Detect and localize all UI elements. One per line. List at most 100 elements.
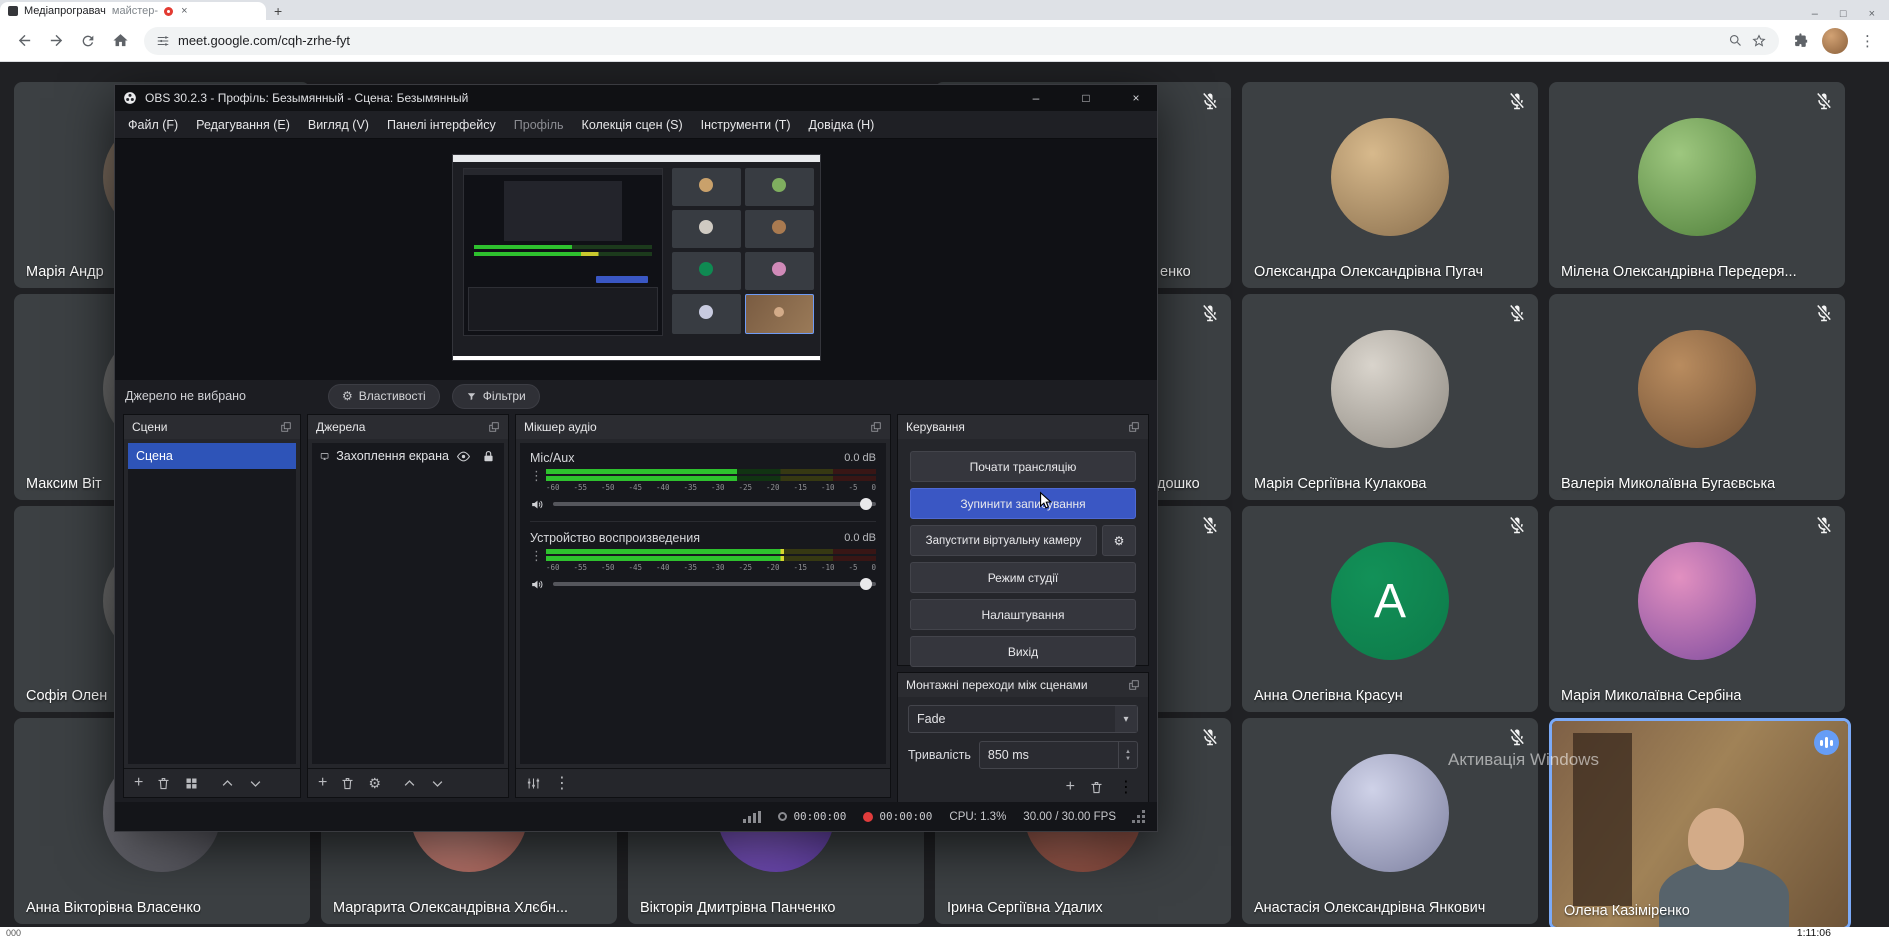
obs-menu-item[interactable]: Довідка (H) [800,115,884,135]
add-scene-button[interactable]: + [134,775,143,791]
lock-icon[interactable] [481,449,496,464]
popout-dock-icon[interactable] [1128,421,1140,433]
profile-avatar[interactable] [1822,28,1848,54]
obs-minimize-icon[interactable]: – [1015,85,1057,111]
volume-slider[interactable] [553,582,876,586]
back-button[interactable] [10,27,38,55]
visibility-eye-icon[interactable] [456,449,471,464]
resize-grip[interactable] [1133,811,1145,823]
popout-dock-icon[interactable] [1128,679,1140,691]
mixer-menu-icon[interactable]: ⋮ [554,773,570,793]
start-streaming-button[interactable]: Почати трансляцію [910,451,1136,482]
transition-select[interactable]: Fade ▾ [908,705,1138,733]
move-scene-down-icon[interactable] [248,776,263,791]
obs-menu-item[interactable]: Інструменти (Т) [692,115,800,135]
address-bar[interactable]: meet.google.com/cqh-zrhe-fyt [144,27,1779,55]
remove-source-trash-icon[interactable] [340,776,355,791]
scene-item[interactable]: Сцена [128,443,296,469]
remove-transition-trash-icon[interactable] [1089,780,1104,795]
participant-name: Анастасія Олександрівна Янкович [1254,900,1485,916]
popout-dock-icon[interactable] [280,421,292,433]
volume-slider-handle[interactable] [860,578,872,590]
remove-scene-trash-icon[interactable] [156,776,171,791]
participant-tile[interactable]: Олександра Олександрівна Пугач [1242,82,1538,288]
stream-time: 00:00:00 [793,810,846,823]
new-tab-button[interactable]: + [274,3,282,19]
transition-menu-icon[interactable]: ⋮ [1118,777,1134,797]
speaker-icon[interactable] [530,497,545,512]
mixer-settings-icon[interactable] [526,776,541,791]
scene-filters-grid-icon[interactable] [184,776,199,791]
obs-close-icon[interactable]: × [1115,85,1157,111]
popout-dock-icon[interactable] [488,421,500,433]
taskbar-left-text: 000 [0,928,21,938]
close-icon[interactable]: × [1869,8,1875,20]
meter-tick-label: -20 [766,483,780,492]
minimize-icon[interactable]: – [1812,8,1818,20]
source-item[interactable]: Захоплення екрана [312,443,504,469]
mixer-channel-desktop: Устройство воспроизведения0.0 dB ⋮ -60-5… [530,529,876,594]
channel-name: Mic/Aux [530,451,574,465]
tab-close-icon[interactable]: × [181,5,187,17]
volume-slider[interactable] [553,502,876,506]
filters-button[interactable]: Фільтри [452,384,540,409]
start-virtual-camera-button[interactable]: Запустити віртуальну камеру [910,525,1097,556]
browser-menu-icon[interactable]: ⋮ [1860,32,1875,50]
meter-tick-label: -5 [849,563,858,572]
settings-button[interactable]: Налаштування [910,599,1136,630]
virtual-camera-settings-button[interactable]: ⚙ [1102,525,1136,556]
obs-menu-item[interactable]: Профіль [505,115,573,135]
speaker-icon[interactable] [530,577,545,592]
meter-scale: -60-55-50-45-40-35-30-25-20-15-10-50 [546,483,876,492]
participant-tile[interactable]: Валерія Миколаївна Бугаєвська [1549,294,1845,500]
add-source-button[interactable]: + [318,775,327,791]
preview-canvas[interactable] [453,155,820,360]
maximize-icon[interactable]: □ [1840,8,1847,20]
home-button[interactable] [106,27,134,55]
add-transition-button[interactable]: + [1066,779,1075,795]
site-settings-icon[interactable] [156,34,170,48]
exit-button[interactable]: Вихід [910,636,1136,667]
obs-preview-area[interactable] [115,139,1157,380]
properties-button[interactable]: ⚙ Властивості [328,384,440,409]
reload-button[interactable] [74,27,102,55]
bookmark-star-icon[interactable] [1751,33,1767,49]
obs-menu-item[interactable]: Вигляд (V) [299,115,378,135]
spin-down-icon[interactable]: ▼ [1125,756,1131,762]
obs-titlebar[interactable]: OBS 30.2.3 - Профіль: Безымянный - Сцена… [115,85,1157,111]
channel-menu-icon[interactable]: ⋮ [530,549,540,572]
move-scene-up-icon[interactable] [220,776,235,791]
spin-up-icon[interactable]: ▲ [1125,749,1131,755]
stop-recording-button[interactable]: Зупинити записування [910,488,1136,519]
source-properties-gear-icon[interactable]: ⚙ [368,775,381,792]
participant-tile[interactable]: Марія Сергіївна Кулакова [1242,294,1538,500]
participant-tile[interactable]: Мілена Олександрівна Передеря... [1549,82,1845,288]
taskbar-strip[interactable]: 000 1:11:06 [0,927,1889,939]
obs-menu-item[interactable]: Файл (F) [119,115,187,135]
channel-name: Устройство воспроизведения [530,531,700,545]
forward-button[interactable] [42,27,70,55]
obs-menu-item[interactable]: Панелі інтерфейсу [378,115,505,135]
participant-tile[interactable]: Анастасія Олександрівна Янкович [1242,718,1538,924]
mixer-toolbar: ⋮ [516,768,890,797]
participant-tile[interactable]: ААнна Олегівна Красун [1242,506,1538,712]
volume-slider-handle[interactable] [860,498,872,510]
participant-name: Мілена Олександрівна Передеря... [1561,264,1797,280]
move-source-down-icon[interactable] [430,776,445,791]
extensions-puzzle-icon[interactable] [1793,32,1810,49]
obs-maximize-icon[interactable]: □ [1065,85,1107,111]
obs-menu-item[interactable]: Колекція сцен (S) [573,115,692,135]
channel-menu-icon[interactable]: ⋮ [530,469,540,492]
gear-icon: ⚙ [342,389,353,403]
thumb-browser-bar [453,155,820,162]
obs-menu-item[interactable]: Редагування (E) [187,115,299,135]
studio-mode-button[interactable]: Режим студії [910,562,1136,593]
participant-tile[interactable]: Марія Миколаївна Сербіна [1549,506,1845,712]
popout-dock-icon[interactable] [870,421,882,433]
move-source-up-icon[interactable] [402,776,417,791]
channel-db: 0.0 dB [844,452,876,464]
zoom-icon[interactable] [1728,33,1743,48]
sources-list: Захоплення екрана [312,443,504,764]
duration-spinner[interactable]: 850 ms ▲▼ [979,741,1138,769]
browser-tab[interactable]: Медіапрогравач майстер- × [0,2,266,20]
